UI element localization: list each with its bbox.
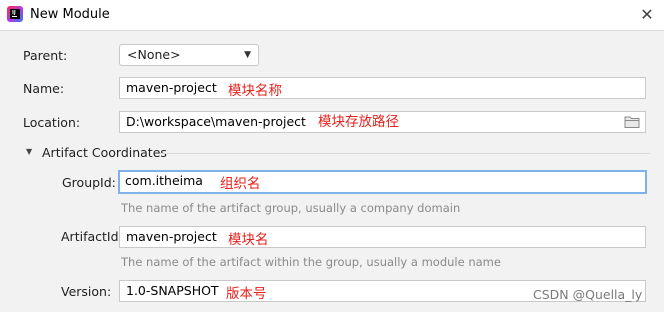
chevron-down-icon: ▼ xyxy=(244,50,251,60)
artifactid-field-value: maven-project xyxy=(126,229,217,244)
parent-label: Parent: xyxy=(23,48,68,63)
artifactid-annotation: 模块名 xyxy=(228,232,269,248)
groupid-field-value: com.itheima xyxy=(125,173,203,188)
section-divider xyxy=(160,153,650,154)
artifactid-field[interactable]: maven-project xyxy=(119,226,646,248)
name-label: Name: xyxy=(23,81,65,96)
location-label: Location: xyxy=(23,115,81,130)
watermark: CSDN @Quella_ly xyxy=(533,287,643,302)
groupid-label: GroupId: xyxy=(62,175,116,190)
parent-select[interactable]: <None> ▼ xyxy=(119,44,259,66)
close-icon[interactable]: ✕ xyxy=(637,5,657,25)
section-title[interactable]: Artifact Coordinates xyxy=(42,145,167,160)
parent-select-value: <None> xyxy=(127,47,181,62)
groupid-hint: The name of the artifact group, usually … xyxy=(121,201,461,215)
artifactid-hint: The name of the artifact within the grou… xyxy=(121,255,501,269)
folder-icon[interactable] xyxy=(624,115,640,129)
window-title: New Module xyxy=(30,7,110,22)
groupid-annotation: 组织名 xyxy=(220,176,261,192)
version-annotation: 版本号 xyxy=(226,286,267,302)
groupid-field[interactable]: com.itheima xyxy=(118,170,647,194)
triangle-down-icon[interactable]: ▼ xyxy=(26,147,32,156)
version-label: Version: xyxy=(61,284,112,299)
name-field-value: maven-project xyxy=(126,80,217,95)
name-annotation: 模块名称 xyxy=(228,83,282,99)
intellij-idea-icon: IJ xyxy=(7,6,23,22)
location-annotation: 模块存放路径 xyxy=(318,114,399,130)
title-bar: IJ New Module ✕ xyxy=(0,0,664,31)
name-field[interactable]: maven-project xyxy=(119,77,646,99)
artifactid-label: ArtifactId: xyxy=(61,229,123,244)
version-field-value: 1.0-SNAPSHOT xyxy=(126,283,219,298)
location-field-value: D:\workspace\maven-project xyxy=(126,114,306,129)
